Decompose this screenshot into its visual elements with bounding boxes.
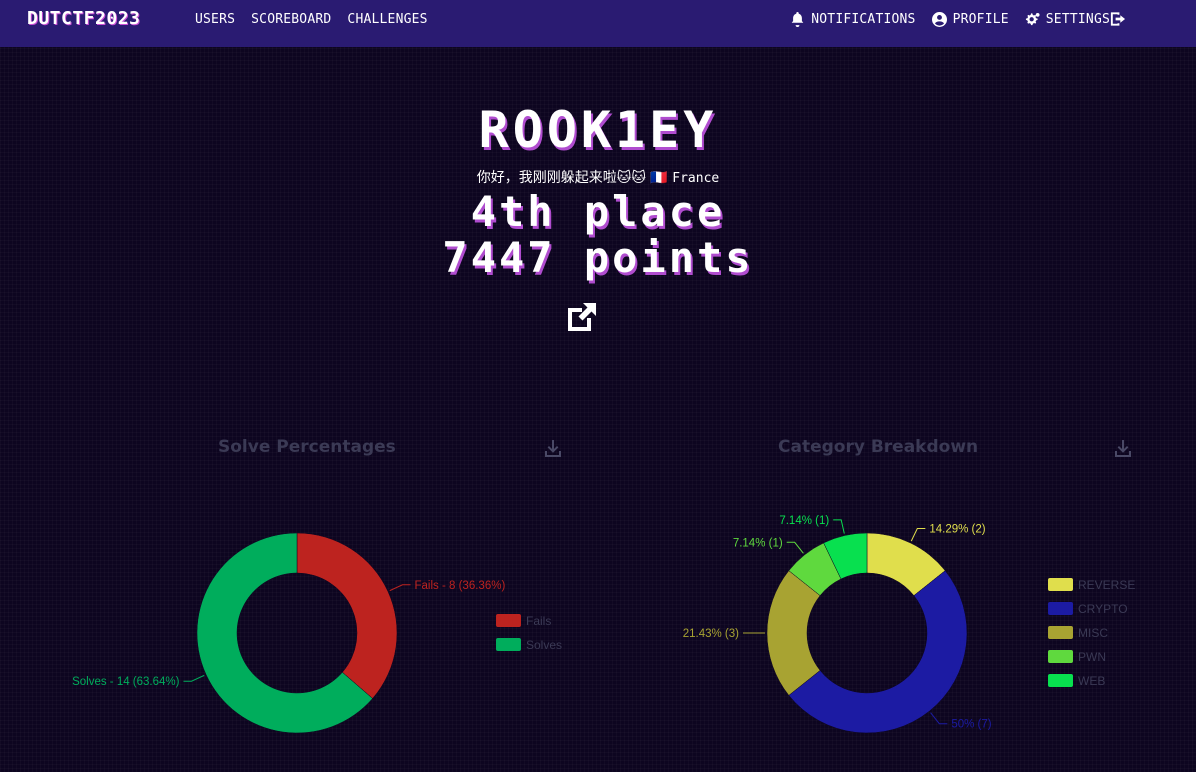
legend-label[interactable]: CRYPTO <box>1078 602 1128 616</box>
slice-data-label: 7.14% (1) <box>733 537 783 549</box>
legend-swatch[interactable] <box>1048 626 1073 639</box>
label-leader-line <box>389 584 411 592</box>
label-leader-line <box>183 674 205 682</box>
slice-data-label: 14.29% (2) <box>929 523 985 535</box>
slice-data-label: 21.43% (3) <box>683 628 739 640</box>
legend-swatch[interactable] <box>1048 674 1073 687</box>
legend-label[interactable]: Solves <box>526 638 562 652</box>
legend-swatch[interactable] <box>1048 602 1073 615</box>
charts-layer: Fails - 8 (36.36%) Fails Solves - 14 (63.6… <box>72 515 1135 734</box>
legend-swatch[interactable] <box>1048 578 1073 591</box>
legend-label[interactable]: MISC <box>1078 626 1108 640</box>
legend-label[interactable]: REVERSE <box>1078 578 1135 592</box>
label-leader-line <box>786 541 804 554</box>
chart-slice-fails[interactable] <box>296 532 398 699</box>
label-leader-line <box>930 712 948 725</box>
legend-swatch[interactable] <box>1048 650 1073 663</box>
label-leader-line <box>833 519 845 534</box>
slice-data-label: 50% (7) <box>951 719 991 731</box>
slice-data-label: Solves - 14 (63.64%) <box>72 676 180 688</box>
label-leader-line <box>910 527 926 542</box>
slice-data-label: Fails - 8 (36.36%) <box>415 580 506 592</box>
legend-swatch[interactable] <box>496 638 521 651</box>
legend-label[interactable]: Fails <box>526 614 551 628</box>
legend-label[interactable]: WEB <box>1078 674 1105 688</box>
slice-data-label: 7.14% (1) <box>779 515 829 527</box>
legend-swatch[interactable] <box>496 614 521 627</box>
legend-label[interactable]: PWN <box>1078 650 1106 664</box>
